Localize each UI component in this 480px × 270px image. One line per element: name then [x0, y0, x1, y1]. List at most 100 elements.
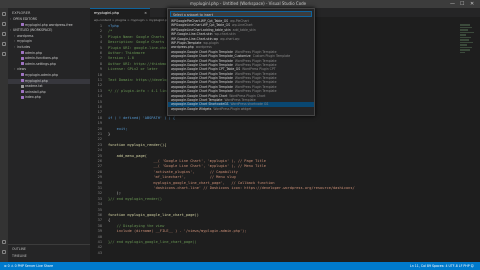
tree-item-label: mypluginl.php — [25, 78, 48, 83]
code-text: 'activate_plugins', // Capability — [108, 169, 238, 174]
snippet-item[interactable]: wpgoogle.Google Widgets WordPress Plugin … — [168, 107, 314, 111]
explorer-sidebar: EXPLORER › OPEN EDITORS mypluginl.php word… — [8, 8, 90, 262]
tree-item-label: wordpress — [17, 33, 34, 38]
code-text: { — [108, 218, 111, 223]
file-icon — [21, 56, 24, 60]
snippet-description: wp-LineChart — [232, 23, 253, 28]
code-text: 'mf_linechart', // Menu slug — [108, 175, 236, 180]
minimap[interactable] — [460, 23, 476, 143]
code-text: Version: 1.0 — [108, 56, 134, 61]
code-text: function myplugin_google_line_chart_page… — [108, 213, 199, 217]
code-text: include (dirname( __FILE__ ) . '/views/m… — [108, 229, 247, 234]
code-text: if ( ! defined( 'ABSPATH' ) ) { — [108, 115, 176, 120]
tree-item-label: admin-functions.php — [25, 56, 58, 61]
maximize-button[interactable]: ☐ — [460, 1, 464, 7]
snippet-name: wpgoogle.Google Chart Plugin CPT_Table_G… — [171, 67, 241, 72]
snippet-description: wordpress — [195, 45, 212, 50]
file-icon — [21, 90, 24, 94]
explorer-header: EXPLORER — [12, 11, 31, 15]
tree-item-label: admin-settings.php — [25, 61, 56, 66]
snippet-name: wpgoogle.Google Chart Plugin Template_Cu… — [171, 54, 251, 59]
code-line[interactable]: 43 — [90, 250, 480, 256]
file-icon — [21, 23, 24, 27]
file-tree: › OPEN EDITORS mypluginl.php wordpress-fre… — [8, 17, 90, 101]
tree-item-label: myplugin-admin.php — [25, 72, 59, 77]
outline-header[interactable]: OUTLINE — [8, 245, 90, 252]
snippet-name: wpgoogle.Google Chart ShortcodeGS — [171, 102, 229, 107]
snippet-name: wpgoogle.Google Chart Plugin Template — [171, 58, 233, 63]
snippet-description: WordPress shortcode GS — [230, 102, 269, 107]
quick-pick-input[interactable]: Select a snippet to insert — [170, 11, 312, 17]
snippet-name: wpgoogle.Google Chart Plugin Template — [171, 62, 233, 67]
explorer-icon[interactable] — [2, 12, 6, 16]
snippet-name: WP-Google-Line-Chart-skin-wp — [171, 36, 219, 41]
snippet-name: WPGooglePieChart-WP_Cpt_Table_GS — [171, 19, 229, 23]
outline-section[interactable]: OUTLINE TIMELINE — [8, 244, 90, 262]
search-icon[interactable] — [2, 22, 6, 26]
account-icon[interactable] — [2, 240, 6, 244]
snippet-name: wpgoogle.Google Chart Plugin Template — [171, 49, 233, 54]
snippet-name: wpgoogle.Google Chart Plugin Template — [171, 76, 233, 81]
snippet-description: WordPress Plugin Template — [234, 71, 277, 76]
snippet-description: wp-chart-skin — [214, 32, 236, 37]
file-item[interactable]: index.php — [8, 95, 90, 101]
activity-bar — [0, 8, 8, 262]
gear-icon[interactable] — [2, 250, 6, 254]
window-title: mypluginl.php - Untitled (Workspace) - V… — [190, 1, 307, 6]
code-text: Author: Thinkmore — [108, 51, 145, 55]
file-icon — [21, 62, 24, 66]
tree-item-label: OPEN EDITORS — [13, 17, 37, 21]
tree-item-label: uninstall.php — [25, 89, 46, 94]
tree-item-label: mypluginl.php wordpress-free — [25, 22, 73, 27]
minimize-button[interactable]: — — [450, 1, 455, 7]
code-text: exit; — [108, 126, 128, 131]
snippet-description: WordPress Plugin Template — [234, 76, 277, 81]
snippet-name: WP-Plugin-Template — [171, 40, 202, 45]
snippet-description: Custom Plugin Template — [252, 54, 291, 59]
snippet-quick-pick: Select a snippet to insert WPGooglePieCh… — [167, 8, 315, 116]
tree-item-label: UNTITLED (WORKSPACE) — [13, 28, 53, 33]
snippet-description: WordPress Plugin Template — [234, 84, 277, 89]
status-left[interactable]: ⊗ 0 ⚠ 0 PHP Server Live Share — [4, 264, 53, 268]
snippet-description: WordPress Plugin CPT — [242, 67, 276, 72]
snippet-description: wp-plugin — [203, 40, 219, 45]
status-right[interactable]: Ln 11, Col 89 Spaces: 4 UTF-8 LF PHP ☺ — [410, 264, 474, 268]
snippet-name: WPGoogleLineChart-adding_table_skin — [171, 27, 231, 32]
code-text: <?php — [108, 24, 119, 28]
snippet-description: WordPress Plugin Template — [234, 49, 277, 54]
snippet-name: wpgoogle.Google Chart Plugin Template — [171, 84, 233, 89]
snippet-description: WordPress Plugin Template — [234, 62, 277, 67]
code-text: }// end myplugin_google_line_chart_page(… — [108, 240, 197, 244]
code-text: Plugin Name: Google Charts — [108, 34, 165, 39]
tree-item-label: admin.php — [25, 50, 43, 55]
tree-item-label: index.php — [25, 95, 41, 100]
tab-mypluginl[interactable]: mypluginl.php × — [90, 8, 150, 17]
snippet-description: wp-PieChart — [230, 19, 249, 23]
snippet-name: WP-Google-Line-Chart-skin — [171, 32, 213, 37]
source-control-icon[interactable] — [2, 32, 6, 36]
status-bar: ⊗ 0 ⚠ 0 PHP Server Live Share Ln 11, Col… — [0, 262, 480, 270]
snippet-name: wordpress.php — [171, 45, 194, 50]
close-button[interactable]: ✕ — [470, 1, 474, 7]
line-number: 43 — [97, 250, 102, 255]
code-text: }// end myplugin_render() — [108, 196, 163, 201]
snippet-name: wpgoogle.Google Chart Plugin Chart — [171, 93, 228, 98]
code-text: // Displaying the view — [108, 223, 165, 228]
snippet-name: wpgoogle.Google Chart Plugin Template — [171, 80, 233, 85]
tree-item-label: myplugin — [17, 39, 32, 44]
snippet-name: wpgoogle.Google Widgets — [171, 106, 212, 111]
extensions-icon[interactable] — [2, 52, 6, 56]
code-text: __( 'Google Line Chart', 'myplugin' ), /… — [108, 159, 266, 163]
snippet-description: WordPress Plugin Chart — [229, 93, 266, 98]
debug-icon[interactable] — [2, 42, 6, 46]
tab-label: mypluginl.php — [94, 11, 120, 15]
code-text: /* — [108, 29, 113, 34]
code-text: ); — [108, 191, 121, 196]
tree-item-label: views — [17, 67, 27, 72]
code-text: function myplugin_render(){ — [108, 142, 167, 147]
timeline-header[interactable]: TIMELINE — [8, 252, 90, 259]
close-tab-icon[interactable]: × — [144, 11, 147, 15]
snippet-description: WordPress Plugin widget — [213, 106, 252, 111]
snippet-description: WordPress Plugin Template — [234, 89, 277, 94]
snippet-description: add_table_skin — [232, 27, 256, 32]
